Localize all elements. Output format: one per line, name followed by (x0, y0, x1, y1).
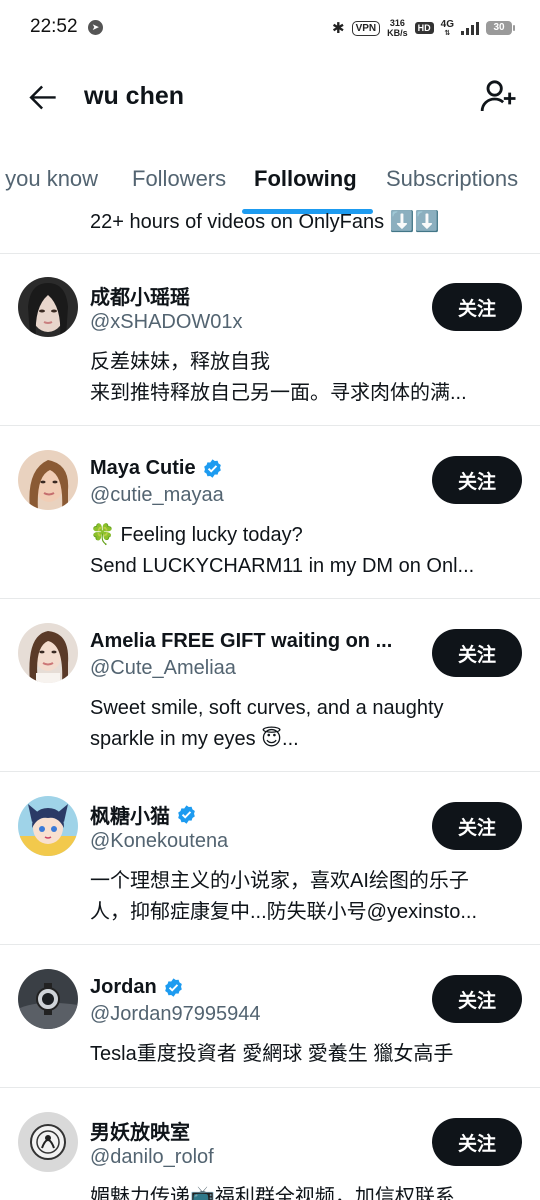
list-item[interactable]: 成都小瑶瑶 @xSHADOW01x 反差妹妹，释放自我 来到推特释放自己另一面。… (0, 253, 540, 426)
avatar[interactable] (18, 796, 78, 856)
arrow-left-icon (29, 85, 56, 110)
name-line: Amelia FREE GIFT waiting on ... (90, 627, 420, 655)
avatar[interactable] (18, 450, 78, 510)
speed-unit: KB/s (387, 28, 408, 38)
user-name[interactable]: 枫糖小猫 (90, 800, 170, 829)
bio-line: 人，抑郁症康复中...防失联小号@yexinsto... (90, 901, 478, 923)
list-item[interactable]: Maya Cutie @cutie_mayaa 🍀 Feeling lucky … (0, 426, 540, 599)
avatar[interactable] (18, 1112, 78, 1172)
avatar[interactable] (18, 277, 78, 337)
vpn-badge: VPN (351, 20, 381, 36)
user-bio: 🍀 Feeling lucky today? Send LUCKYCHARM11… (90, 520, 522, 582)
bio-line: 反差妹妹，释放自我 (90, 351, 270, 373)
bio-text: 22+ hours of videos on OnlyFans ⬇️⬇️ (90, 211, 440, 233)
status-bar: 22:52 ➤ ✱ VPN 316 KB/s HD 4G ⇅ 30 (0, 0, 540, 58)
signal-icon (461, 21, 479, 35)
user-handle: @cutie_mayaa (90, 484, 224, 506)
follow-button[interactable]: 关注 (432, 629, 522, 677)
speed-value: 316 (389, 18, 405, 28)
user-name[interactable]: Jordan (90, 976, 157, 999)
bio-line: Sweet smile, soft curves, and a naughty (90, 697, 444, 719)
tab-subscriptions[interactable]: Subscriptions (386, 166, 518, 192)
user-name[interactable]: 成都小瑶瑶 (90, 281, 190, 310)
follow-button[interactable]: 关注 (432, 975, 522, 1023)
name-line: 成都小瑶瑶 (90, 281, 420, 309)
battery-icon: 30 (486, 21, 515, 35)
user-bio: 反差妹妹，释放自我 来到推特释放自己另一面。寻求肉体的满... (90, 347, 522, 409)
user-bio: 一个理想主义的小说家，喜欢AI绘图的乐子 人，抑郁症康复中...防失联小号@ye… (90, 866, 522, 928)
user-bio: Sweet smile, soft curves, and a naughty … (90, 693, 522, 755)
bio-line: sparkle in my eyes 😇... (90, 728, 299, 750)
list-item[interactable]: 枫糖小猫 @Konekoutena 一个理想主义的小说家，喜欢AI绘图的乐子 人… (0, 772, 540, 945)
name-line: 男妖放映室 (90, 1116, 420, 1144)
status-icons: ✱ VPN 316 KB/s HD 4G ⇅ 30 (332, 14, 515, 42)
avatar[interactable] (18, 969, 78, 1029)
list-item[interactable]: Jordan @Jordan97995944 Tesla重度投資者 愛網球 愛養… (0, 945, 540, 1088)
bluetooth-icon: ✱ (332, 20, 345, 37)
user-handle: @Jordan97995944 (90, 1003, 261, 1025)
follow-button[interactable]: 关注 (432, 456, 522, 504)
name-line: Jordan (90, 973, 420, 1001)
bio-line: Send LUCKYCHARM11 in my DM on Onl... (90, 555, 475, 577)
network-speed: 316 KB/s (387, 18, 408, 38)
follow-button[interactable]: 关注 (432, 1118, 522, 1166)
tab-followers[interactable]: Followers (132, 166, 226, 192)
hd-badge: HD (414, 22, 434, 34)
user-handle: @danilo_rolof (90, 1146, 214, 1168)
user-name[interactable]: 男妖放映室 (90, 1116, 190, 1145)
signal-arrows-icon: ⇅ (444, 29, 451, 37)
top-app-bar: wu chen (0, 58, 540, 138)
bio-line: Tesla重度投資者 愛網球 愛養生 獵女高手 (90, 1043, 454, 1065)
name-line: Maya Cutie (90, 454, 420, 482)
notification-icon: ➤ (88, 20, 103, 35)
status-time: 22:52 (30, 16, 78, 37)
verified-badge-icon (178, 804, 195, 824)
bio-line: 来到推特释放自己另一面。寻求肉体的满... (90, 382, 467, 404)
list-item[interactable]: Amelia FREE GIFT waiting on ... @Cute_Am… (0, 599, 540, 772)
user-bio: 媚魅力传递📺福利群全视频，加信权联系 (90, 1182, 522, 1200)
avatar[interactable] (18, 623, 78, 683)
add-people-button[interactable] (478, 76, 518, 116)
list-item-partial[interactable]: 22+ hours of videos on OnlyFans ⬇️⬇️ (0, 203, 540, 254)
network-type-label: 4G (440, 18, 454, 30)
user-handle: @Cute_Ameliaa (90, 657, 236, 679)
back-button[interactable] (24, 78, 62, 116)
name-line: 枫糖小猫 (90, 800, 420, 828)
verified-badge-icon (203, 458, 221, 478)
network-type: 4G ⇅ (440, 18, 454, 37)
user-handle: @xSHADOW01x (90, 311, 243, 333)
bio-line: 🍀 Feeling lucky today? (90, 524, 303, 546)
tab-people-you-know[interactable]: s you know (0, 166, 98, 192)
bio-line: 媚魅力传递📺福利群全视频，加信权联系 (90, 1186, 455, 1200)
user-name[interactable]: Maya Cutie (90, 457, 196, 480)
person-add-icon (480, 80, 516, 112)
tab-following[interactable]: Following (254, 166, 357, 192)
follow-button[interactable]: 关注 (432, 802, 522, 850)
bio-line: 一个理想主义的小说家，喜欢AI绘图的乐子 (90, 870, 469, 892)
page-title: wu chen (84, 82, 185, 110)
list-item[interactable]: 男妖放映室 @danilo_rolof 媚魅力传递📺福利群全视频，加信权联系 关… (0, 1088, 540, 1200)
user-name[interactable]: Amelia FREE GIFT waiting on ... (90, 630, 392, 653)
user-bio: Tesla重度投資者 愛網球 愛養生 獵女高手 (90, 1039, 522, 1070)
user-handle: @Konekoutena (90, 830, 229, 852)
verified-badge-icon (164, 977, 182, 997)
follow-button[interactable]: 关注 (432, 283, 522, 331)
